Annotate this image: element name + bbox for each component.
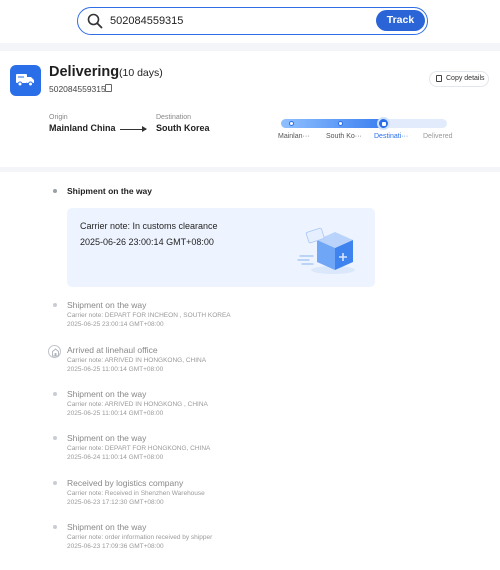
progress-current-marker [377, 117, 390, 130]
progress-stage-dot [338, 121, 343, 126]
destination-label: Destination [156, 114, 192, 121]
origin-label: Origin [49, 114, 68, 121]
track-button[interactable]: Track [376, 10, 425, 31]
divider [0, 167, 500, 172]
timeline-dot [53, 481, 57, 485]
delivery-truck-icon [10, 65, 41, 96]
event-note: Carrier note: ARRIVED IN HONGKONG , CHIN… [67, 401, 208, 408]
search-bar: Track [77, 7, 428, 35]
event-time: 2025-06-26 23:00:14 GMT+08:00 [80, 237, 214, 247]
stage-label: South Ko··· [326, 133, 362, 140]
origin-value: Mainland China [49, 123, 116, 133]
stage-label: Delivered [423, 133, 453, 140]
event-title: Shipment on the way [67, 433, 147, 443]
search-input[interactable] [110, 11, 340, 31]
event-title: Arrived at linehaul office [67, 345, 158, 355]
event-time: 2025-06-25 23:00:14 GMT+08:00 [67, 321, 164, 328]
copy-icon [436, 75, 442, 82]
carrier-note: Carrier note: In customs clearance [80, 221, 218, 231]
event-title: Received by logistics company [67, 478, 184, 488]
progress-fill [281, 119, 384, 128]
event-title: Shipment on the way [67, 300, 147, 310]
customs-box-icon [297, 227, 355, 274]
timeline-dot [53, 392, 57, 396]
divider [0, 43, 500, 51]
copy-icon[interactable] [105, 84, 112, 92]
stage-label: Mainlan··· [278, 133, 310, 140]
timeline-dot [53, 189, 57, 193]
event-note: Carrier note: ARRIVED IN HONGKONG, CHINA [67, 357, 207, 364]
event-note: Carrier note: Received in Shenzhen Wareh… [67, 490, 205, 497]
event-time: 2025-06-23 17:12:30 GMT+08:00 [67, 499, 164, 506]
copy-details-label: Copy details [446, 75, 485, 82]
event-note: Carrier note: DEPART FOR HONGKONG, CHINA [67, 445, 211, 452]
tracking-number: 502084559315 [49, 84, 106, 94]
event-title: Shipment on the way [67, 186, 153, 196]
timeline-dot [53, 525, 57, 529]
event-time: 2025-06-25 11:00:14 GMT+08:00 [67, 366, 164, 373]
event-title: Shipment on the way [67, 389, 147, 399]
timeline-dot [53, 303, 57, 307]
event-note: Carrier note: DEPART FOR INCHEON , SOUTH… [67, 312, 231, 319]
destination-value: South Korea [156, 123, 210, 133]
status-title: Delivering [49, 64, 120, 80]
current-note-card: Carrier note: In customs clearance 2025-… [67, 208, 375, 287]
event-time: 2025-06-25 11:00:14 GMT+08:00 [67, 410, 164, 417]
search-icon [87, 13, 103, 29]
progress-stage-dot [289, 121, 294, 126]
copy-details-button[interactable]: Copy details [429, 71, 489, 87]
stage-label-current: Destinati··· [374, 133, 409, 140]
status-days: (10 days) [119, 67, 163, 79]
linehaul-office-icon [48, 345, 61, 358]
event-note: Carrier note: order information received… [67, 534, 213, 541]
timeline-dot [53, 436, 57, 440]
event-time: 2025-06-24 11:00:14 GMT+08:00 [67, 454, 164, 461]
arrow-right-icon [120, 126, 147, 132]
progress-track [281, 119, 447, 128]
event-title: Shipment on the way [67, 522, 147, 532]
event-time: 2025-06-23 17:09:36 GMT+08:00 [67, 543, 164, 550]
